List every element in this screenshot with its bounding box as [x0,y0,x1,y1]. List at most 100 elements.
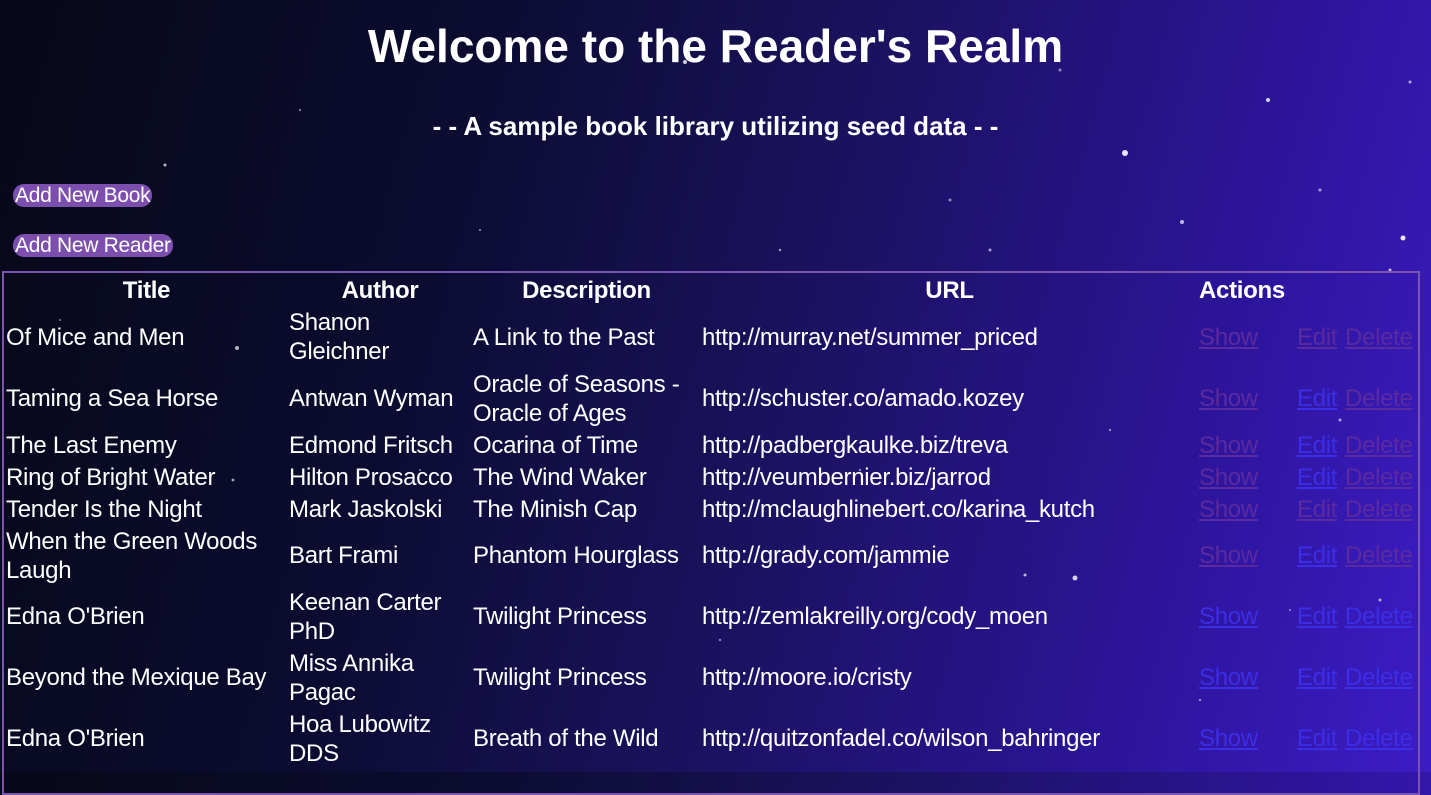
header-author: Author [341,276,419,304]
description-cell: The Wind Waker [473,463,647,491]
title-cell: The Last Enemy [6,431,177,459]
delete-cell: Delete [1345,494,1420,524]
edit-cell: Edit [1297,526,1343,585]
description-cell: Phantom Hourglass [473,542,679,569]
delete-cell: Delete [1345,587,1420,646]
edit-cell: Edit [1297,430,1343,460]
show-link[interactable]: Show [1199,664,1258,691]
show-link[interactable]: Show [1199,725,1258,752]
title-cell: Beyond the Mexique Bay [6,664,267,691]
edit-link[interactable]: Edit [1297,432,1337,459]
delete-link[interactable]: Delete [1345,496,1413,523]
show-link[interactable]: Show [1199,385,1258,412]
show-link[interactable]: Show [1199,603,1258,630]
add-new-reader-button[interactable]: Add New Reader [13,234,173,257]
delete-cell: Delete [1345,648,1420,707]
description-cell: A Link to the Past [473,323,655,351]
url-cell: http://moore.io/cristy [702,664,912,691]
delete-cell: Delete [1345,430,1420,460]
books-table-container: Title Author Description URL Actions Of … [2,271,1420,795]
url-cell: http://murray.net/summer_priced [702,323,1038,351]
author-cell: Hoa Lubowitz DDS [289,710,431,767]
delete-cell: Delete [1345,369,1420,428]
show-link[interactable]: Show [1199,464,1258,491]
title-cell: Of Mice and Men [6,323,185,351]
books-table: Title Author Description URL Actions Of … [4,273,1422,770]
description-cell: Twilight Princess [473,664,647,691]
show-link[interactable]: Show [1199,432,1258,459]
description-cell: Oracle of Seasons - Oracle of Ages [473,370,680,427]
delete-cell: Delete [1345,307,1420,367]
edit-cell: Edit [1297,462,1343,492]
edit-link[interactable]: Edit [1297,385,1337,412]
show-cell: Show [1199,369,1295,428]
delete-link[interactable]: Delete [1345,432,1413,459]
show-cell: Show [1199,462,1295,492]
edit-link[interactable]: Edit [1297,664,1337,691]
url-cell: http://grady.com/jammie [702,542,950,569]
edit-cell: Edit [1297,494,1343,524]
header-title: Title [122,276,171,304]
edit-link[interactable]: Edit [1297,496,1337,523]
show-cell: Show [1199,709,1295,768]
edit-link[interactable]: Edit [1297,603,1337,630]
show-link[interactable]: Show [1199,542,1258,569]
title-cell: Taming a Sea Horse [6,385,219,412]
edit-link[interactable]: Edit [1297,324,1337,351]
edit-cell: Edit [1297,307,1343,367]
author-cell: Mark Jaskolski [289,495,443,523]
header-description: Description [522,276,651,304]
table-row: Edna O'Brien Keenan Carter PhD Twilight Pr… [6,587,1420,646]
show-cell: Show [1199,307,1295,367]
delete-link[interactable]: Delete [1345,664,1413,691]
table-header-row: Title Author Description URL Actions [6,275,1420,305]
edit-cell: Edit [1297,648,1343,707]
page-subtitle: - - A sample book library utilizing seed… [432,111,999,141]
table-row: When the Green Woods Laugh Bart Frami Phan… [6,526,1420,585]
show-cell: Show [1199,494,1295,524]
show-link[interactable]: Show [1199,496,1258,523]
edit-link[interactable]: Edit [1297,542,1337,569]
delete-cell: Delete [1345,462,1420,492]
author-cell: Bart Frami [289,542,399,569]
table-row: Taming a Sea Horse Antwan Wyman Oracle of … [6,369,1420,428]
show-cell: Show [1199,587,1295,646]
description-cell: Breath of the Wild [473,725,659,752]
delete-link[interactable]: Delete [1345,385,1413,412]
table-row: Edna O'Brien Hoa Lubowitz DDS Breath of th… [6,709,1420,768]
url-cell: http://padbergkaulke.biz/treva [702,431,1008,459]
url-cell: http://quitzonfadel.co/wilson_bahringer [702,725,1100,752]
title-cell: Edna O'Brien [6,603,145,630]
table-body: Of Mice and Men Shanon Gleichner A Link to… [6,307,1420,768]
delete-link[interactable]: Delete [1345,542,1413,569]
edit-cell: Edit [1297,587,1343,646]
show-link[interactable]: Show [1199,324,1258,351]
author-cell: Antwan Wyman [289,385,454,412]
table-row: Ring of Bright Water Hilton Prosacco The W… [6,462,1420,492]
title-cell: Ring of Bright Water [6,463,216,491]
delete-cell: Delete [1345,709,1420,768]
edit-link[interactable]: Edit [1297,464,1337,491]
title-cell: When the Green Woods Laugh [6,527,258,584]
author-cell: Edmond Fritsch [289,431,453,459]
show-cell: Show [1199,526,1295,585]
delete-cell: Delete [1345,526,1420,585]
delete-link[interactable]: Delete [1345,725,1413,752]
table-row: The Last Enemy Edmond Fritsch Ocarina of T… [6,430,1420,460]
page-title: Welcome to the Reader's Realm [367,20,1064,72]
delete-link[interactable]: Delete [1345,464,1413,491]
author-cell: Shanon Gleichner [289,309,390,365]
delete-link[interactable]: Delete [1345,603,1413,630]
author-cell: Hilton Prosacco [289,463,453,491]
add-new-book-button[interactable]: Add New Book [13,184,153,207]
header-actions: Actions [1199,276,1285,304]
author-cell: Miss Annika Pagac [289,649,414,706]
edit-cell: Edit [1297,369,1343,428]
table-row: Of Mice and Men Shanon Gleichner A Link to… [6,307,1420,367]
delete-link[interactable]: Delete [1345,324,1413,351]
header-url: URL [925,276,974,304]
show-cell: Show [1199,648,1295,707]
description-cell: Twilight Princess [473,603,647,630]
description-cell: The Minish Cap [473,495,637,523]
edit-link[interactable]: Edit [1297,725,1337,752]
